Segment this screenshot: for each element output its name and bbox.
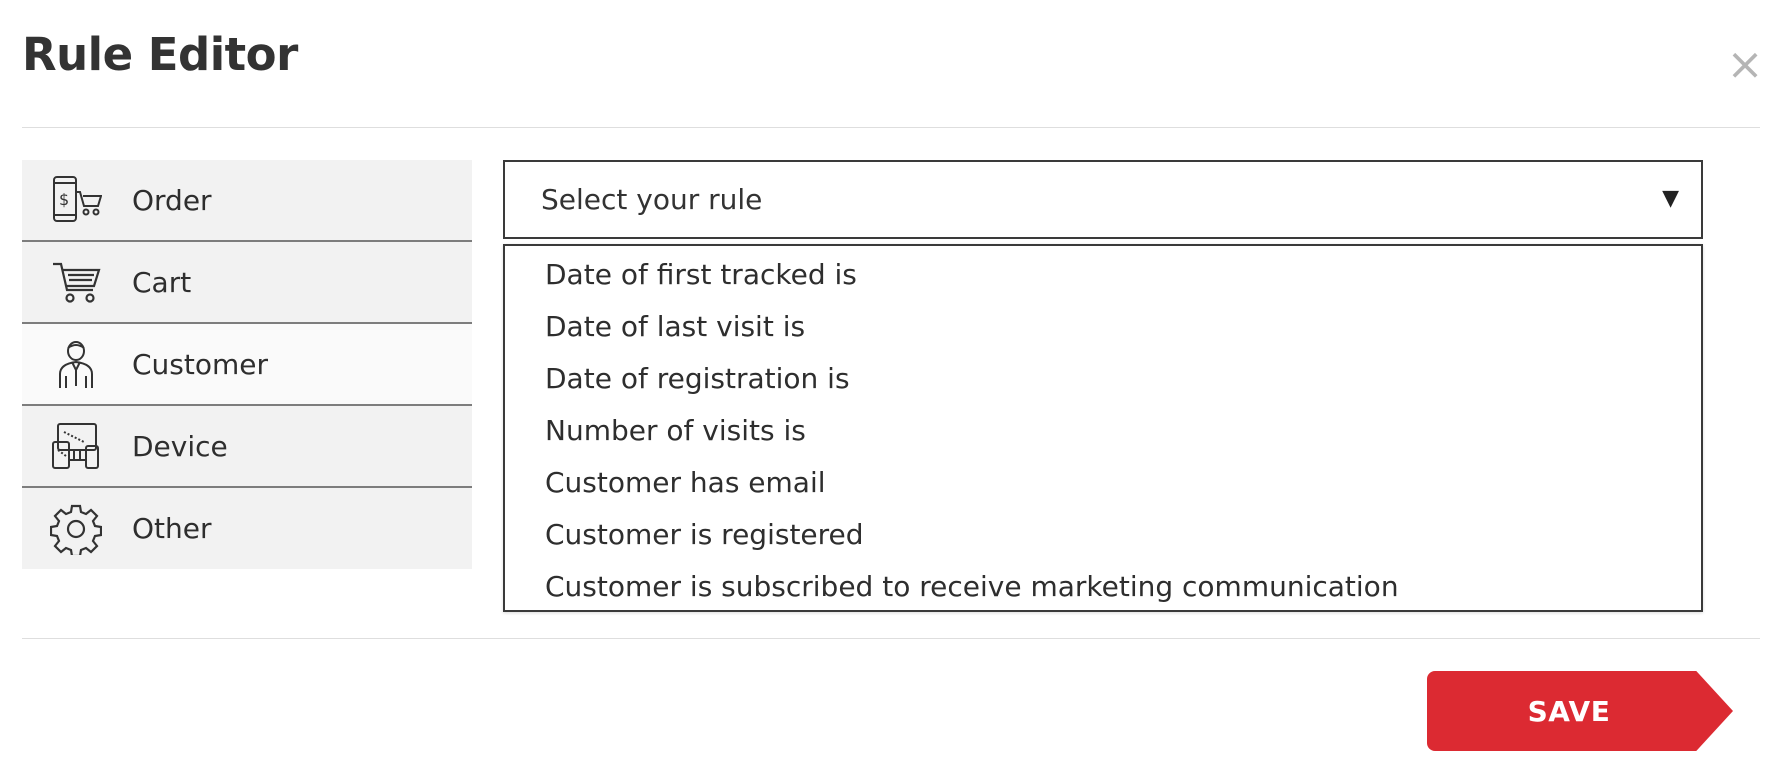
sidebar-item-other[interactable]: Other bbox=[22, 488, 472, 569]
sidebar-item-label: Other bbox=[132, 512, 212, 545]
rule-option[interactable]: Date of first tracked is bbox=[505, 248, 1701, 300]
header-divider bbox=[22, 127, 1760, 128]
rule-category-sidebar: $ Order Cart Customer Device Other bbox=[22, 160, 472, 569]
rule-select-placeholder: Select your rule bbox=[541, 183, 763, 216]
rule-option[interactable]: Customer is registered bbox=[505, 508, 1701, 560]
sidebar-item-label: Cart bbox=[132, 265, 192, 299]
footer-divider bbox=[22, 638, 1760, 639]
rule-option[interactable]: Date of registration is bbox=[505, 352, 1701, 404]
svg-text:$: $ bbox=[59, 190, 69, 209]
sidebar-item-customer[interactable]: Customer bbox=[22, 324, 472, 406]
gear-icon bbox=[48, 501, 104, 557]
rule-options-list: Date of first tracked is Date of last vi… bbox=[503, 244, 1703, 612]
save-button[interactable]: SAVE bbox=[1427, 671, 1733, 751]
sidebar-item-label: Order bbox=[132, 183, 212, 217]
customer-icon bbox=[48, 336, 104, 392]
sidebar-item-label: Customer bbox=[132, 347, 269, 381]
chevron-down-icon: ▼ bbox=[1662, 186, 1679, 211]
order-icon: $ bbox=[48, 172, 104, 228]
sidebar-item-cart[interactable]: Cart bbox=[22, 242, 472, 324]
sidebar-item-device[interactable]: Device bbox=[22, 406, 472, 488]
rule-select[interactable]: Select your rule ▼ bbox=[503, 160, 1703, 239]
rule-option[interactable]: Number of visits is bbox=[505, 404, 1701, 456]
rule-option[interactable]: Customer is subscribed to receive market… bbox=[505, 560, 1701, 612]
close-icon[interactable]: × bbox=[1725, 43, 1765, 87]
sidebar-item-order[interactable]: $ Order bbox=[22, 160, 472, 242]
device-icon bbox=[48, 418, 104, 474]
rule-option[interactable]: Date of last visit is bbox=[505, 300, 1701, 352]
rule-option[interactable]: Customer has email bbox=[505, 456, 1701, 508]
page-title: Rule Editor bbox=[22, 28, 298, 81]
sidebar-item-label: Device bbox=[132, 429, 228, 463]
rule-editor-modal: Rule Editor × $ Order Cart Customer Devi… bbox=[0, 0, 1780, 770]
cart-icon bbox=[48, 254, 104, 310]
